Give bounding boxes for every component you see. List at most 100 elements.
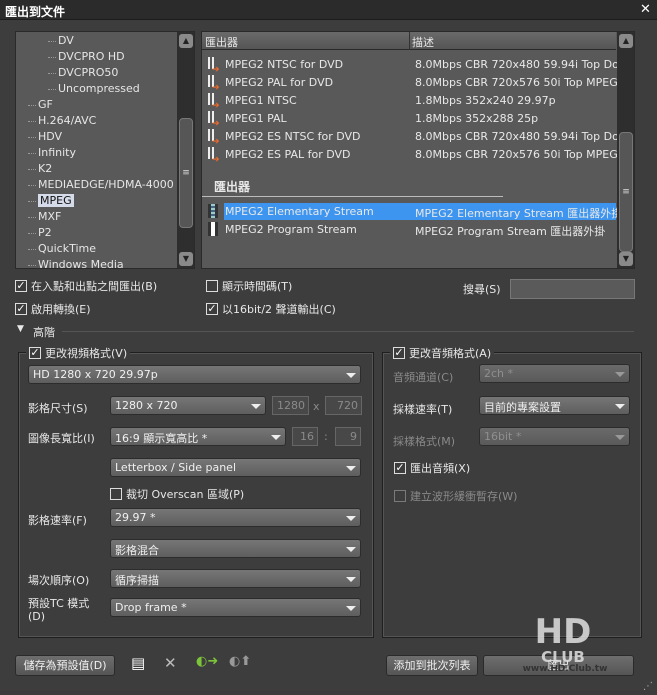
tree-item[interactable]: DVCPRO HD	[58, 50, 125, 63]
checkbox-checked-icon: ✓	[394, 461, 406, 474]
chevron-down-icon	[271, 435, 281, 440]
preset-export-icon: ➔	[208, 147, 220, 165]
scroll-up-icon[interactable]: ▲	[179, 34, 193, 48]
scroll-thumb[interactable]: ≡	[179, 118, 193, 228]
preset-row[interactable]: ➔ MPEG2 NTSC for DVD 8.0Mbps CBR 720x480 5…	[206, 56, 632, 75]
audio-channels-dropdown[interactable]: 2ch *	[479, 364, 630, 383]
scroll-down-icon[interactable]: ▼	[619, 252, 633, 266]
save-icon[interactable]: ▤	[131, 654, 145, 672]
tree-item[interactable]: HDV	[38, 130, 62, 143]
tree-connector	[28, 249, 36, 250]
frame-size-dropdown[interactable]: 1280 x 720	[110, 396, 266, 415]
tree-item[interactable]: GF	[38, 98, 53, 111]
tree-item[interactable]: Infinity	[38, 146, 76, 159]
checkbox-checked-icon: ✓	[15, 302, 27, 315]
export-audio-checkbox[interactable]: ✓ 匯出音頻(X)	[394, 460, 470, 476]
preset-row[interactable]: ➔ MPEG2 ES NTSC for DVD 8.0Mbps CBR 720x48…	[206, 128, 632, 147]
checkbox-label: 在入點和出點之間匯出(B)	[31, 280, 158, 293]
checkbox-label: 以16bit/2 聲道輸出(C)	[222, 303, 336, 316]
tree-connector	[28, 265, 36, 266]
colon-separator: :	[324, 430, 328, 443]
group-header: 匯出器	[214, 180, 251, 194]
tree-connector	[48, 89, 56, 90]
checkbox-unchecked-icon	[394, 490, 406, 502]
change-video-format-checkbox[interactable]: ✓ 更改視頻格式(V)	[26, 345, 131, 361]
chevron-down-icon	[615, 435, 625, 440]
tree-item[interactable]: H.264/AVC	[38, 114, 96, 127]
advanced-label[interactable]: 高階	[33, 324, 55, 340]
tree-item[interactable]: DV	[58, 34, 74, 47]
chevron-down-icon	[346, 606, 356, 611]
tree-item[interactable]: Uncompressed	[58, 82, 140, 95]
resize-grip-icon[interactable]: ⋰	[643, 681, 653, 692]
row-description: 8.0Mbps CBR 720x576 50i Top MPEG...	[415, 76, 629, 89]
chevron-down-icon	[251, 404, 261, 409]
delete-icon[interactable]: ✕	[164, 654, 177, 672]
tree-connector	[28, 185, 36, 186]
frame-blend-dropdown[interactable]: 影格混合	[110, 539, 361, 558]
x-separator: x	[313, 400, 320, 413]
preset-row[interactable]: ➔ MPEG2 PAL for DVD 8.0Mbps CBR 720x576 50…	[206, 74, 628, 93]
add-to-batch-button[interactable]: 添加到批次列表	[386, 655, 478, 676]
frame-rate-dropdown[interactable]: 29.97 *	[110, 508, 361, 527]
tc-mode-dropdown[interactable]: Drop frame *	[110, 598, 361, 617]
import-preset-icon[interactable]: ◐➜	[196, 654, 218, 669]
checkbox-checked-icon: ✓	[15, 279, 27, 292]
export-preset-icon[interactable]: ◐⬆	[229, 654, 251, 669]
chevron-down-icon	[346, 466, 356, 471]
tree-connector	[28, 153, 36, 154]
field-order-dropdown[interactable]: 循序掃描	[110, 569, 361, 588]
crop-overscan-checkbox[interactable]: 裁切 Overscan 區域(P)	[110, 486, 244, 502]
exporter-row[interactable]: MPEG2 Program Stream MPEG2 Program Stream…	[206, 221, 616, 238]
list-scrollbar[interactable]: ▲ ≡ ▼	[617, 32, 634, 268]
sample-rate-dropdown[interactable]: 目前的專案設置	[479, 396, 630, 415]
save-default-button[interactable]: 儲存為預設值(D)	[15, 655, 115, 676]
preset-export-icon: ➔	[208, 129, 220, 147]
checkbox-unchecked-icon	[206, 280, 218, 292]
collapse-triangle-icon[interactable]: ▼	[17, 324, 24, 334]
exporter-row[interactable]: MPEG2 Elementary Stream MPEG2 Elementary …	[206, 203, 622, 220]
change-audio-format-checkbox[interactable]: ✓ 更改音頻格式(A)	[390, 345, 495, 361]
aspect-dropdown[interactable]: 16:9 顯示寬高比 *	[110, 427, 286, 446]
width-field: 1280	[272, 396, 309, 415]
tree-item[interactable]: MXF	[38, 210, 61, 223]
column-header-exporter[interactable]: 匯出器	[205, 34, 238, 50]
aspect-label: 圖像長寬比(I)	[28, 432, 95, 445]
tree-scrollbar[interactable]: ▲ ≡ ▼	[177, 32, 194, 268]
output-16bit-checkbox[interactable]: ✓ 以16bit/2 聲道輸出(C)	[206, 301, 336, 317]
scroll-thumb[interactable]: ≡	[619, 132, 633, 252]
tree-item[interactable]: MPEG	[38, 194, 74, 207]
letterbox-dropdown[interactable]: Letterbox / Side panel	[110, 458, 361, 477]
sample-format-dropdown[interactable]: 16bit *	[479, 427, 630, 446]
tree-item[interactable]: MEDIAEDGE/HDMA-4000	[38, 178, 174, 191]
chevron-down-icon	[615, 404, 625, 409]
enable-conversion-checkbox[interactable]: ✓ 啟用轉換(E)	[15, 301, 91, 317]
checkbox-label: 顯示時間碼(T)	[222, 280, 293, 293]
exporter-tree[interactable]: DV DVCPRO HD DVCPRO50 Uncompressed GF H.264/A…	[15, 31, 195, 269]
tree-item[interactable]: P2	[38, 226, 52, 239]
preset-row[interactable]: ➔ MPEG2 ES PAL for DVD 8.0Mbps CBR 720x576…	[206, 146, 628, 165]
search-label: 搜尋(S)	[463, 283, 501, 296]
waveform-cache-checkbox[interactable]: 建立波形緩衝暫存(W)	[394, 488, 517, 504]
row-name: MPEG2 PAL for DVD	[225, 76, 334, 89]
close-button[interactable]: ✕	[640, 2, 651, 17]
tree-item[interactable]: K2	[38, 162, 52, 175]
scroll-down-icon[interactable]: ▼	[179, 252, 193, 266]
preset-row[interactable]: ➔ MPEG1 NTSC 1.8Mbps 352x240 29.97p	[206, 92, 616, 111]
preset-list[interactable]: 匯出器 描述 ➔ MPEG2 NTSC for DVD 8.0Mbps CBR 72…	[201, 31, 635, 269]
tree-item[interactable]: DVCPRO50	[58, 66, 118, 79]
search-input[interactable]	[510, 279, 635, 299]
show-timecode-checkbox[interactable]: 顯示時間碼(T)	[206, 278, 292, 294]
frame-size-label: 影格尺寸(S)	[28, 402, 88, 415]
preset-row[interactable]: ➔ MPEG1 PAL 1.8Mbps 352x288 25p	[206, 110, 616, 129]
watermark-logo: HD	[534, 612, 592, 652]
tree-item[interactable]: Windows Media	[38, 258, 124, 268]
tree-item[interactable]: QuickTime	[38, 242, 96, 255]
scroll-up-icon[interactable]: ▲	[619, 34, 633, 48]
video-format-dropdown[interactable]: HD 1280 x 720 29.97p	[28, 365, 361, 384]
column-header-description[interactable]: 描述	[412, 34, 434, 50]
export-inout-checkbox[interactable]: ✓ 在入點和出點之間匯出(B)	[15, 278, 157, 294]
watermark-url: www.HD.Club.tw	[522, 664, 608, 674]
tree-connector	[48, 73, 56, 74]
row-name: MPEG2 Elementary Stream	[225, 205, 374, 218]
